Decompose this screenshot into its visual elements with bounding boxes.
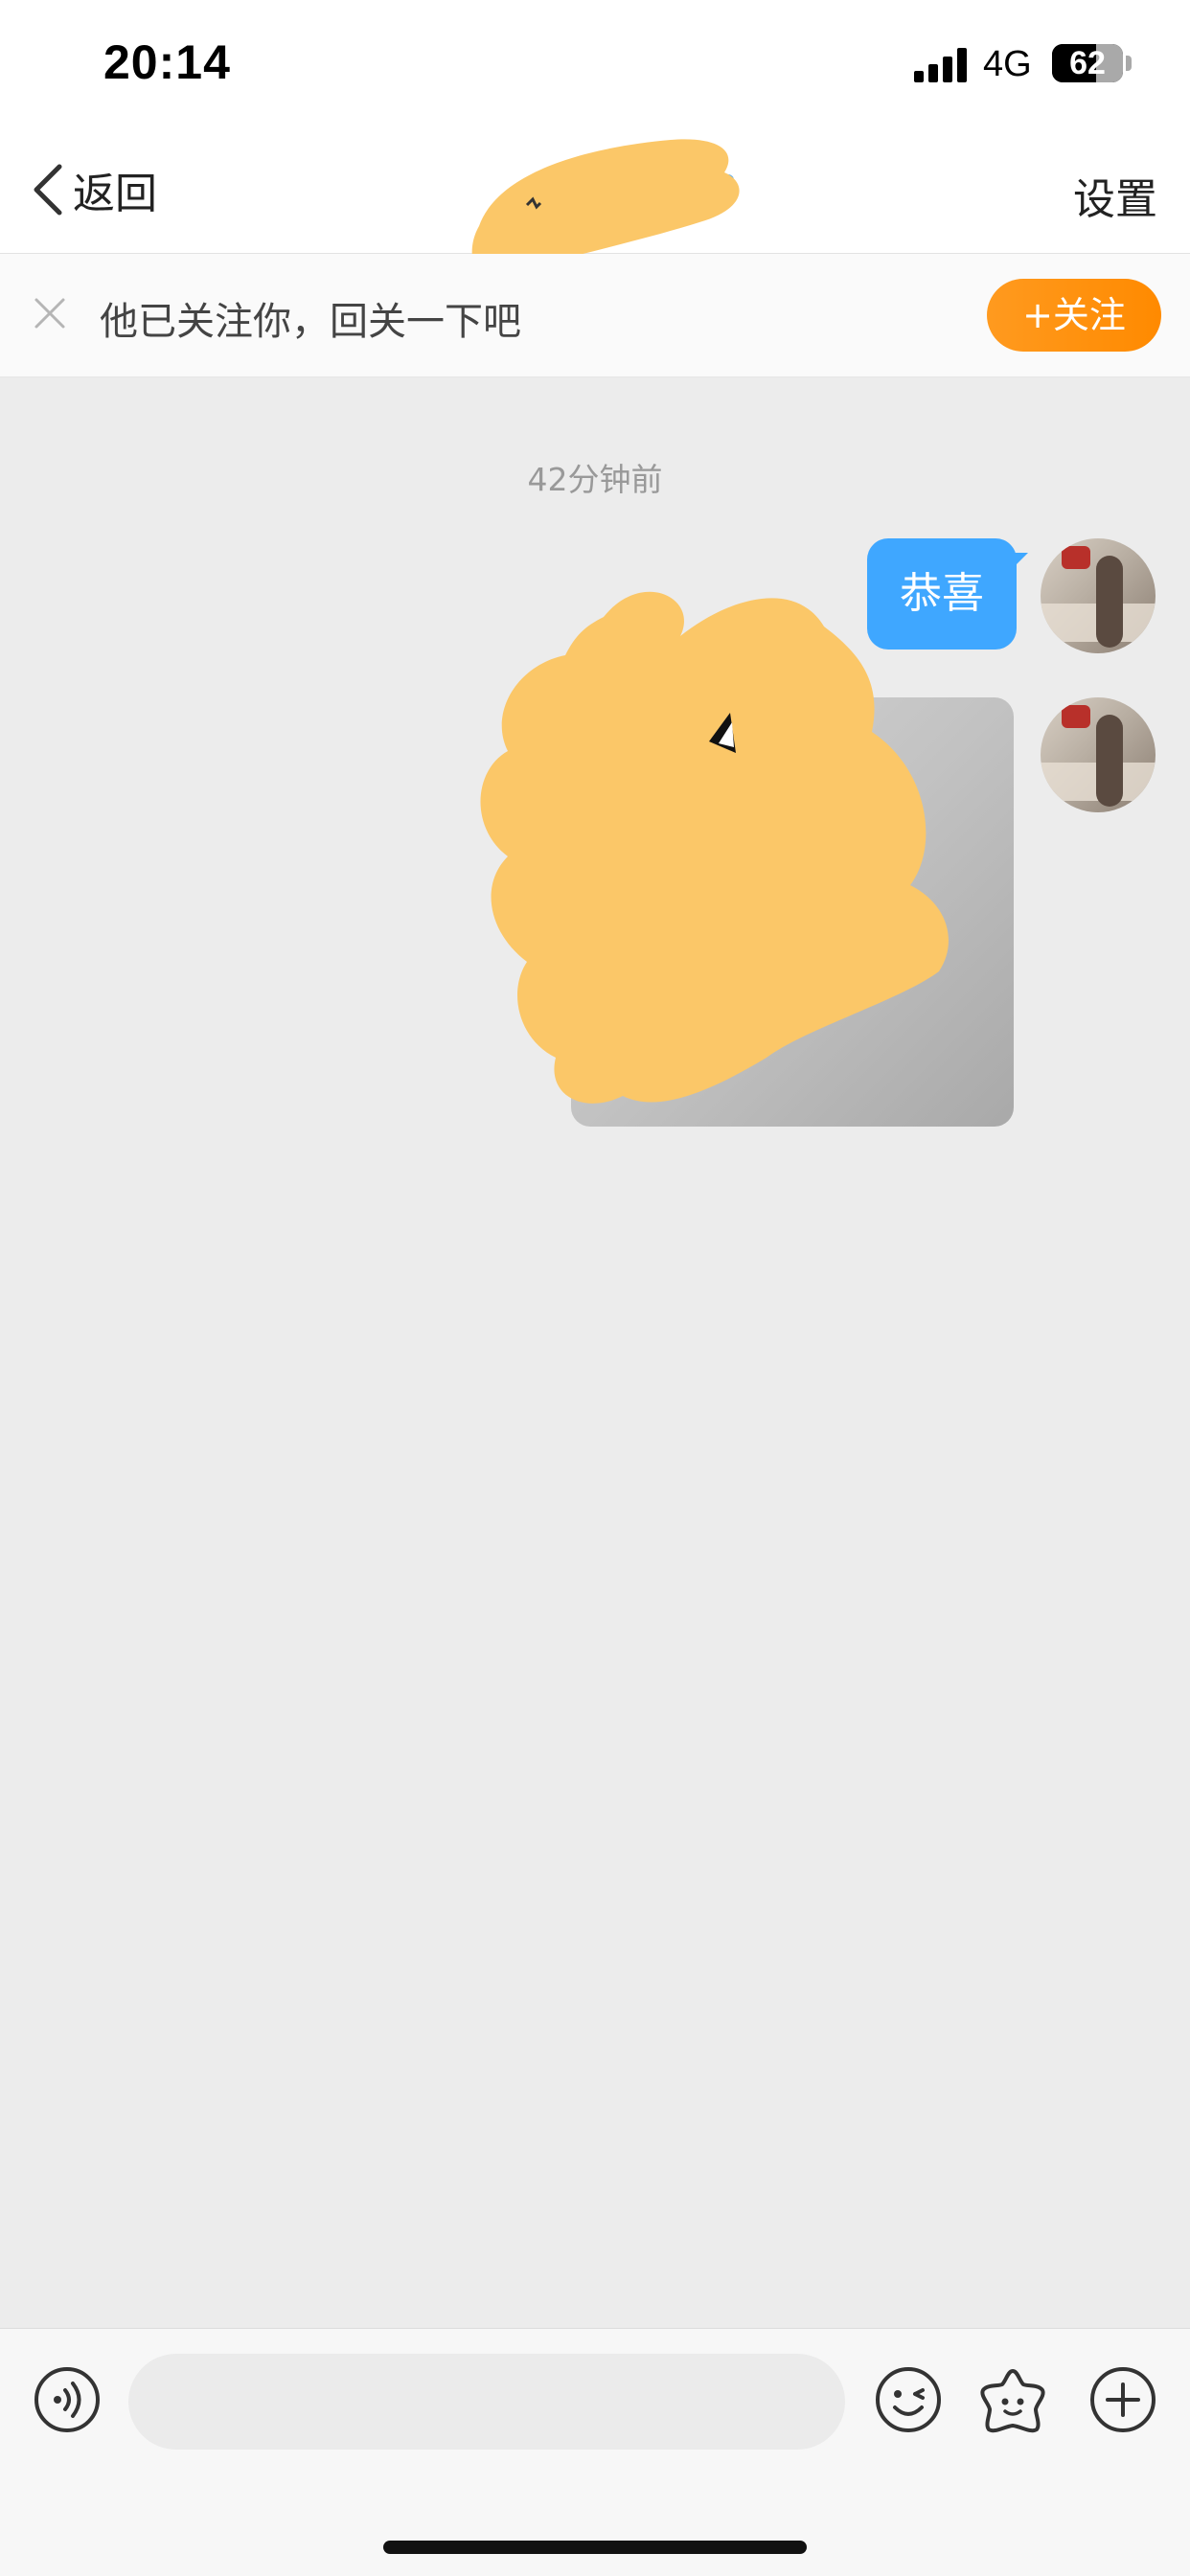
settings-button[interactable]: 设置 (1073, 165, 1157, 226)
battery-tip (1126, 56, 1132, 71)
battery-icon: 62 (1052, 44, 1123, 82)
image-message[interactable] (571, 697, 1014, 1127)
follow-banner: 他已关注你，回关一下吧 +关注 (0, 254, 1190, 377)
avatar[interactable] (1041, 538, 1156, 653)
follow-button[interactable]: +关注 (987, 279, 1161, 352)
network-label: 4G (983, 44, 1032, 84)
text-message-bubble[interactable]: 恭喜 (867, 538, 1017, 650)
sticker-icon[interactable] (977, 2365, 1048, 2436)
message-timestamp: 42分钟前 (527, 461, 663, 498)
back-button[interactable]: 返回 (27, 153, 157, 226)
bubble-tail (1011, 553, 1028, 570)
battery-level: 62 (1069, 45, 1106, 81)
input-bar (0, 2328, 1190, 2576)
signal-icon (914, 48, 968, 82)
chat-area[interactable]: 42分钟前 恭喜 (0, 377, 1190, 2327)
avatar[interactable] (1041, 697, 1156, 812)
chevron-left-icon (34, 164, 62, 216)
close-icon[interactable] (33, 296, 67, 331)
back-label: 返回 (73, 170, 157, 218)
plus-icon[interactable] (1088, 2365, 1157, 2434)
nav-bar: 返回 设置 (0, 126, 1190, 279)
home-indicator (383, 2541, 807, 2554)
voice-icon[interactable] (33, 2365, 102, 2434)
banner-text: 他已关注你，回关一下吧 (100, 300, 521, 344)
status-bar: 20:14 4G 62 (0, 0, 1190, 126)
message-input[interactable] (128, 2354, 845, 2450)
status-time: 20:14 (103, 35, 231, 89)
emoji-icon[interactable] (874, 2365, 943, 2434)
